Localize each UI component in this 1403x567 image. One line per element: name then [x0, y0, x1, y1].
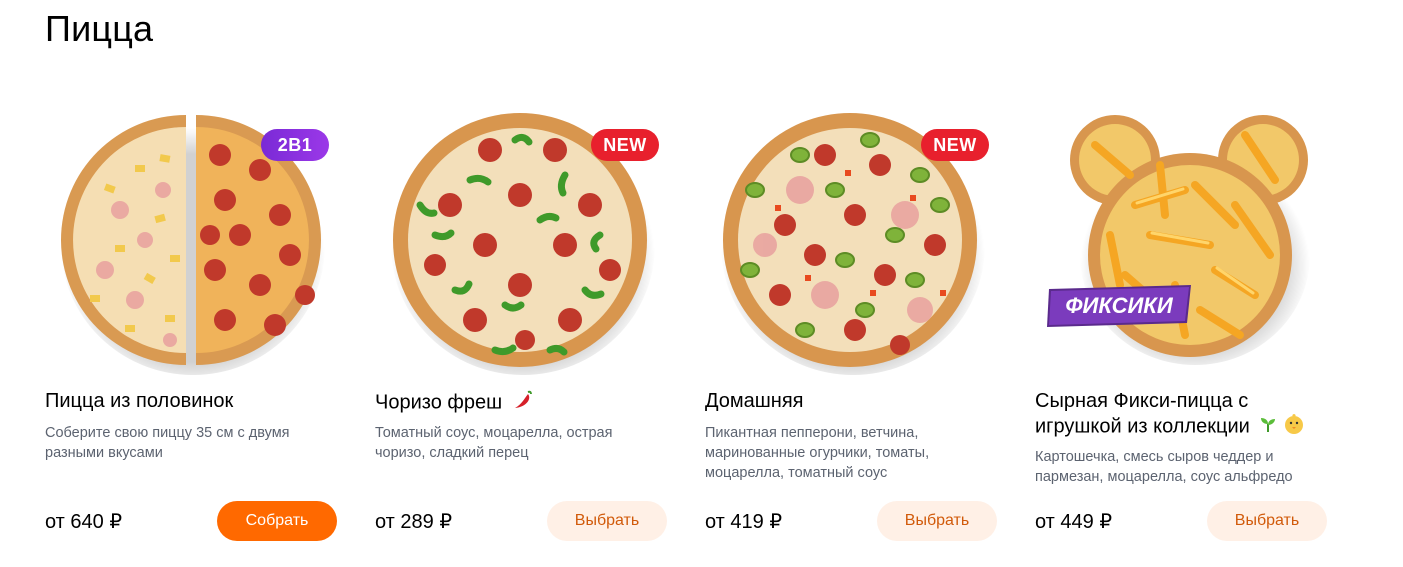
- product-card-chorizo-fresh[interactable]: NEW Чоризо фреш Томатный соус, моцарелла…: [375, 95, 667, 555]
- product-name: Пицца из половинок: [45, 390, 234, 412]
- chili-pepper-icon: [512, 389, 534, 417]
- select-button[interactable]: Выбрать: [1207, 501, 1327, 541]
- product-card-half-and-half[interactable]: 2В1 Пицца из половинок Соберите свою пиц…: [45, 95, 337, 555]
- badge-2in1: 2В1: [261, 129, 329, 161]
- product-price: от 289 ₽: [375, 511, 453, 533]
- pizza-image[interactable]: 2В1: [45, 95, 337, 375]
- badge-new: NEW: [591, 129, 659, 161]
- baby-chick-icon: [1283, 413, 1305, 441]
- section-title: Пицца: [45, 8, 154, 49]
- pizza-image[interactable]: NEW: [705, 95, 997, 375]
- product-description: Соберите свою пиццу 35 см с двумя разным…: [45, 425, 290, 461]
- product-description: Картошечка, смесь сыров чеддер и пармеза…: [1035, 449, 1293, 485]
- product-name-text: Чоризо фреш: [375, 391, 503, 414]
- build-button[interactable]: Собрать: [217, 501, 337, 541]
- product-name-text: Сырная Фикси-пицца с игрушкой из коллекц…: [1035, 390, 1250, 438]
- select-button[interactable]: Выбрать: [877, 501, 997, 541]
- product-name: Домашняя: [705, 390, 804, 412]
- badge-new: NEW: [921, 129, 989, 161]
- product-description: Томатный соус, моцарелла, острая чоризо,…: [375, 425, 613, 461]
- product-card-fixi-pizza[interactable]: ФИКСИКИ Сырная Фикси-пицца с игрушкой из…: [1035, 95, 1327, 555]
- product-description: Пикантная пепперони, ветчина, маринованн…: [705, 425, 930, 481]
- svg-text:ФИКСИКИ: ФИКСИКИ: [1065, 293, 1173, 318]
- product-name: Чоризо фреш: [375, 389, 655, 417]
- select-button[interactable]: Выбрать: [547, 501, 667, 541]
- product-price: от 449 ₽: [1035, 511, 1113, 533]
- sprout-icon: [1259, 415, 1277, 439]
- product-name: Сырная Фикси-пицца с игрушкой из коллекц…: [1035, 389, 1315, 441]
- product-grid: 2В1 Пицца из половинок Соберите свою пиц…: [45, 95, 1327, 555]
- product-price: от 640 ₽: [45, 511, 123, 533]
- pizza-image[interactable]: ФИКСИКИ: [1035, 95, 1327, 375]
- pizza-image[interactable]: NEW: [375, 95, 667, 375]
- product-card-homemade[interactable]: NEW Домашняя Пикантная пепперони, ветчин…: [705, 95, 997, 555]
- product-price: от 419 ₽: [705, 511, 783, 533]
